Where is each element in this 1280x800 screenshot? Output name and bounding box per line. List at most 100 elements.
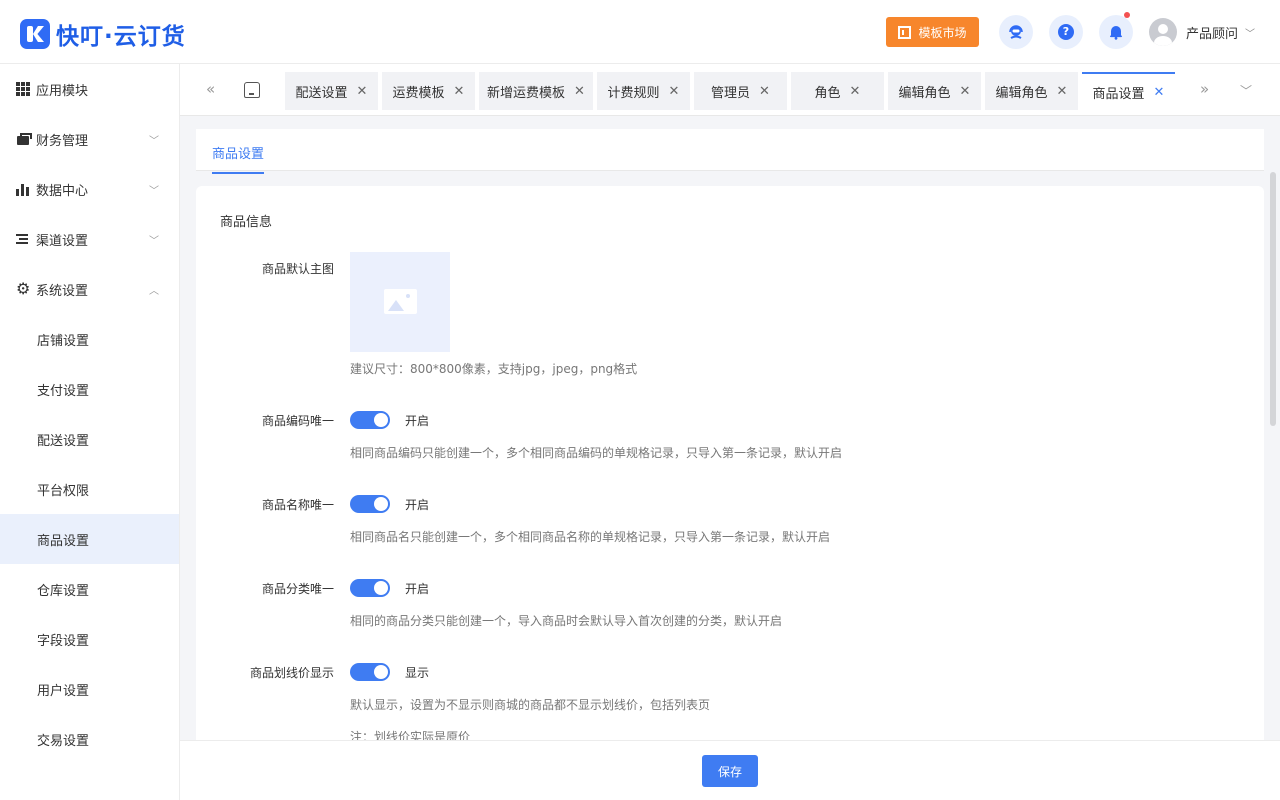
sidebar-subitem-label: 店铺设置 — [37, 333, 90, 349]
sidebar-item-finance[interactable]: 财务管理 ﹀ — [0, 114, 179, 164]
settings-panel: 商品信息 商品默认主图 建议尺寸：800*800像素，支持jpg，jpeg，pn… — [196, 186, 1264, 740]
name-unique-hint: 相同商品名只能创建一个，多个相同商品名称的单规格记录，只导入第一条记录，默认开启 — [350, 530, 831, 544]
main-image-label: 商品默认主图 — [261, 262, 334, 276]
help-icon: ? — [1058, 24, 1074, 40]
sidebar-item-label: 渠道设置 — [36, 233, 89, 249]
category-unique-toggle[interactable] — [350, 579, 390, 597]
sidebar: 应用模块 财务管理 ﹀ 数据中心 ﹀ 渠道设置 ﹀ ⚙ 系统设置 ︿ 店铺设置 … — [0, 64, 180, 800]
chevron-down-icon: ﹀ — [1245, 28, 1256, 40]
sidebar-subitem-label: 平台权限 — [37, 483, 90, 499]
category-unique-state: 开启 — [405, 582, 430, 596]
subtab-product-settings[interactable]: 商品设置 — [212, 143, 265, 174]
chevron-down-icon: ﹀ — [149, 136, 159, 147]
tab-edit-role-2[interactable]: 编辑角色 ✕ — [985, 72, 1078, 110]
close-icon[interactable]: ✕ — [1154, 85, 1165, 100]
section-title: 商品信息 — [220, 215, 273, 230]
name-unique-toggle[interactable] — [350, 495, 390, 513]
brand-logo[interactable]: 快叮·云订货 — [20, 17, 186, 51]
chevron-up-icon: ︿ — [149, 286, 159, 297]
sidebar-subitem-warehouse[interactable]: 仓库设置 — [0, 564, 179, 614]
sidebar-subitem-delivery[interactable]: 配送设置 — [0, 414, 179, 464]
category-unique-hint: 相同的商品分类只能创建一个，导入商品时会默认导入首次创建的分类，默认开启 — [350, 614, 783, 628]
close-icon[interactable]: ✕ — [960, 84, 971, 99]
tab-new-freight-template[interactable]: 新增运费模板 ✕ — [479, 72, 593, 110]
save-button[interactable]: 保存 — [702, 755, 758, 787]
chevron-down-icon: ﹀ — [149, 236, 159, 247]
sidebar-subitem-fields[interactable]: 字段设置 — [0, 614, 179, 664]
strike-price-toggle[interactable] — [350, 663, 390, 681]
sidebar-subitem-label: 仓库设置 — [37, 583, 90, 599]
sidebar-item-system-settings[interactable]: ⚙ 系统设置 ︿ — [0, 264, 179, 314]
tab-label: 配送设置 — [295, 85, 348, 101]
template-market-button[interactable]: 模板市场 — [886, 17, 979, 47]
strike-price-note: 注：划线价实际是原价 — [350, 730, 471, 740]
code-unique-state: 开启 — [405, 414, 430, 428]
bell-icon — [1110, 26, 1122, 40]
tab-label: 计费规则 — [607, 85, 660, 101]
avatar — [1149, 18, 1177, 46]
gear-icon: ⚙ — [16, 279, 31, 298]
tab-product-settings[interactable]: 商品设置 ✕ — [1082, 72, 1175, 110]
chevron-down-icon: ﹀ — [149, 186, 159, 197]
tab-admins[interactable]: 管理员 ✕ — [694, 72, 787, 110]
tab-label: 商品设置 — [1092, 86, 1145, 102]
customer-service-button[interactable] — [999, 15, 1033, 49]
sidebar-item-label: 数据中心 — [36, 183, 89, 199]
user-menu[interactable]: 产品顾问 ﹀ — [1149, 18, 1255, 46]
tabs-scroll-right-icon[interactable]: » — [1200, 80, 1209, 98]
user-name: 产品顾问 — [1186, 26, 1239, 42]
sidebar-item-data-center[interactable]: 数据中心 ﹀ — [0, 164, 179, 214]
close-icon[interactable]: ✕ — [357, 84, 368, 99]
category-unique-label: 商品分类唯一 — [261, 582, 334, 596]
close-icon[interactable]: ✕ — [1057, 84, 1068, 99]
tab-billing-rules[interactable]: 计费规则 ✕ — [597, 72, 690, 110]
close-icon[interactable]: ✕ — [850, 84, 861, 99]
close-icon[interactable]: ✕ — [574, 84, 585, 99]
sidebar-item-label: 财务管理 — [36, 133, 89, 149]
main-image-upload[interactable] — [350, 252, 450, 352]
template-market-label: 模板市场 — [918, 25, 967, 40]
close-icon[interactable]: ✕ — [759, 84, 770, 99]
footer-bar: 保存 — [180, 740, 1280, 800]
sidebar-subitem-label: 商品设置 — [37, 533, 90, 549]
tab-edit-role[interactable]: 编辑角色 ✕ — [888, 72, 981, 110]
sidebar-subitem-users[interactable]: 用户设置 — [0, 664, 179, 714]
notification-button[interactable] — [1099, 12, 1133, 49]
sidebar-subitem-label: 配送设置 — [37, 433, 90, 449]
tab-label: 新增运费模板 — [487, 85, 566, 101]
sidebar-subitem-store[interactable]: 店铺设置 — [0, 314, 179, 364]
sidebar-subitem-label: 支付设置 — [37, 383, 90, 399]
tabs-scroll-left-icon[interactable]: « — [206, 80, 215, 98]
name-unique-label: 商品名称唯一 — [261, 498, 334, 512]
grid-icon — [16, 82, 30, 96]
sidebar-subitem-product-settings[interactable]: 商品设置 — [0, 514, 179, 564]
code-unique-toggle[interactable] — [350, 411, 390, 429]
sidebar-subitem-payment[interactable]: 支付设置 — [0, 364, 179, 414]
top-header: 快叮·云订货 模板市场 ? 产品顾问 ﹀ — [0, 0, 1280, 64]
sidebar-subitem-platform-permissions[interactable]: 平台权限 — [0, 464, 179, 514]
sidebar-item-app-modules[interactable]: 应用模块 — [0, 64, 179, 114]
tab-delivery-settings[interactable]: 配送设置 ✕ — [285, 72, 378, 110]
sidebar-item-channel[interactable]: 渠道设置 ﹀ — [0, 214, 179, 264]
name-unique-state: 开启 — [405, 498, 430, 512]
sidebar-subitem-trade[interactable]: 交易设置 — [0, 714, 179, 764]
content-scrollbar[interactable] — [1270, 172, 1276, 426]
tab-label: 管理员 — [711, 85, 751, 101]
chevron-down-icon[interactable]: ﹀ — [1240, 82, 1252, 99]
code-unique-label: 商品编码唯一 — [261, 414, 334, 428]
home-icon[interactable] — [244, 82, 260, 98]
image-icon — [384, 289, 417, 314]
close-icon[interactable]: ✕ — [454, 84, 465, 99]
tab-roles[interactable]: 角色 ✕ — [791, 72, 884, 110]
strike-price-hint: 默认显示，设置为不显示则商城的商品都不显示划线价，包括列表页 — [350, 698, 711, 712]
tab-freight-template[interactable]: 运费模板 ✕ — [382, 72, 475, 110]
notification-dot — [1124, 12, 1130, 18]
logo-icon — [20, 19, 50, 49]
strike-price-state: 显示 — [405, 666, 430, 680]
close-icon[interactable]: ✕ — [669, 84, 680, 99]
list-icon — [16, 232, 30, 246]
help-button[interactable]: ? — [1049, 15, 1083, 49]
sidebar-subitem-label: 交易设置 — [37, 733, 90, 749]
main-content: 商品设置 商品信息 商品默认主图 建议尺寸：800*800像素，支持jpg，jp… — [180, 116, 1280, 740]
bar-chart-icon — [16, 182, 30, 196]
